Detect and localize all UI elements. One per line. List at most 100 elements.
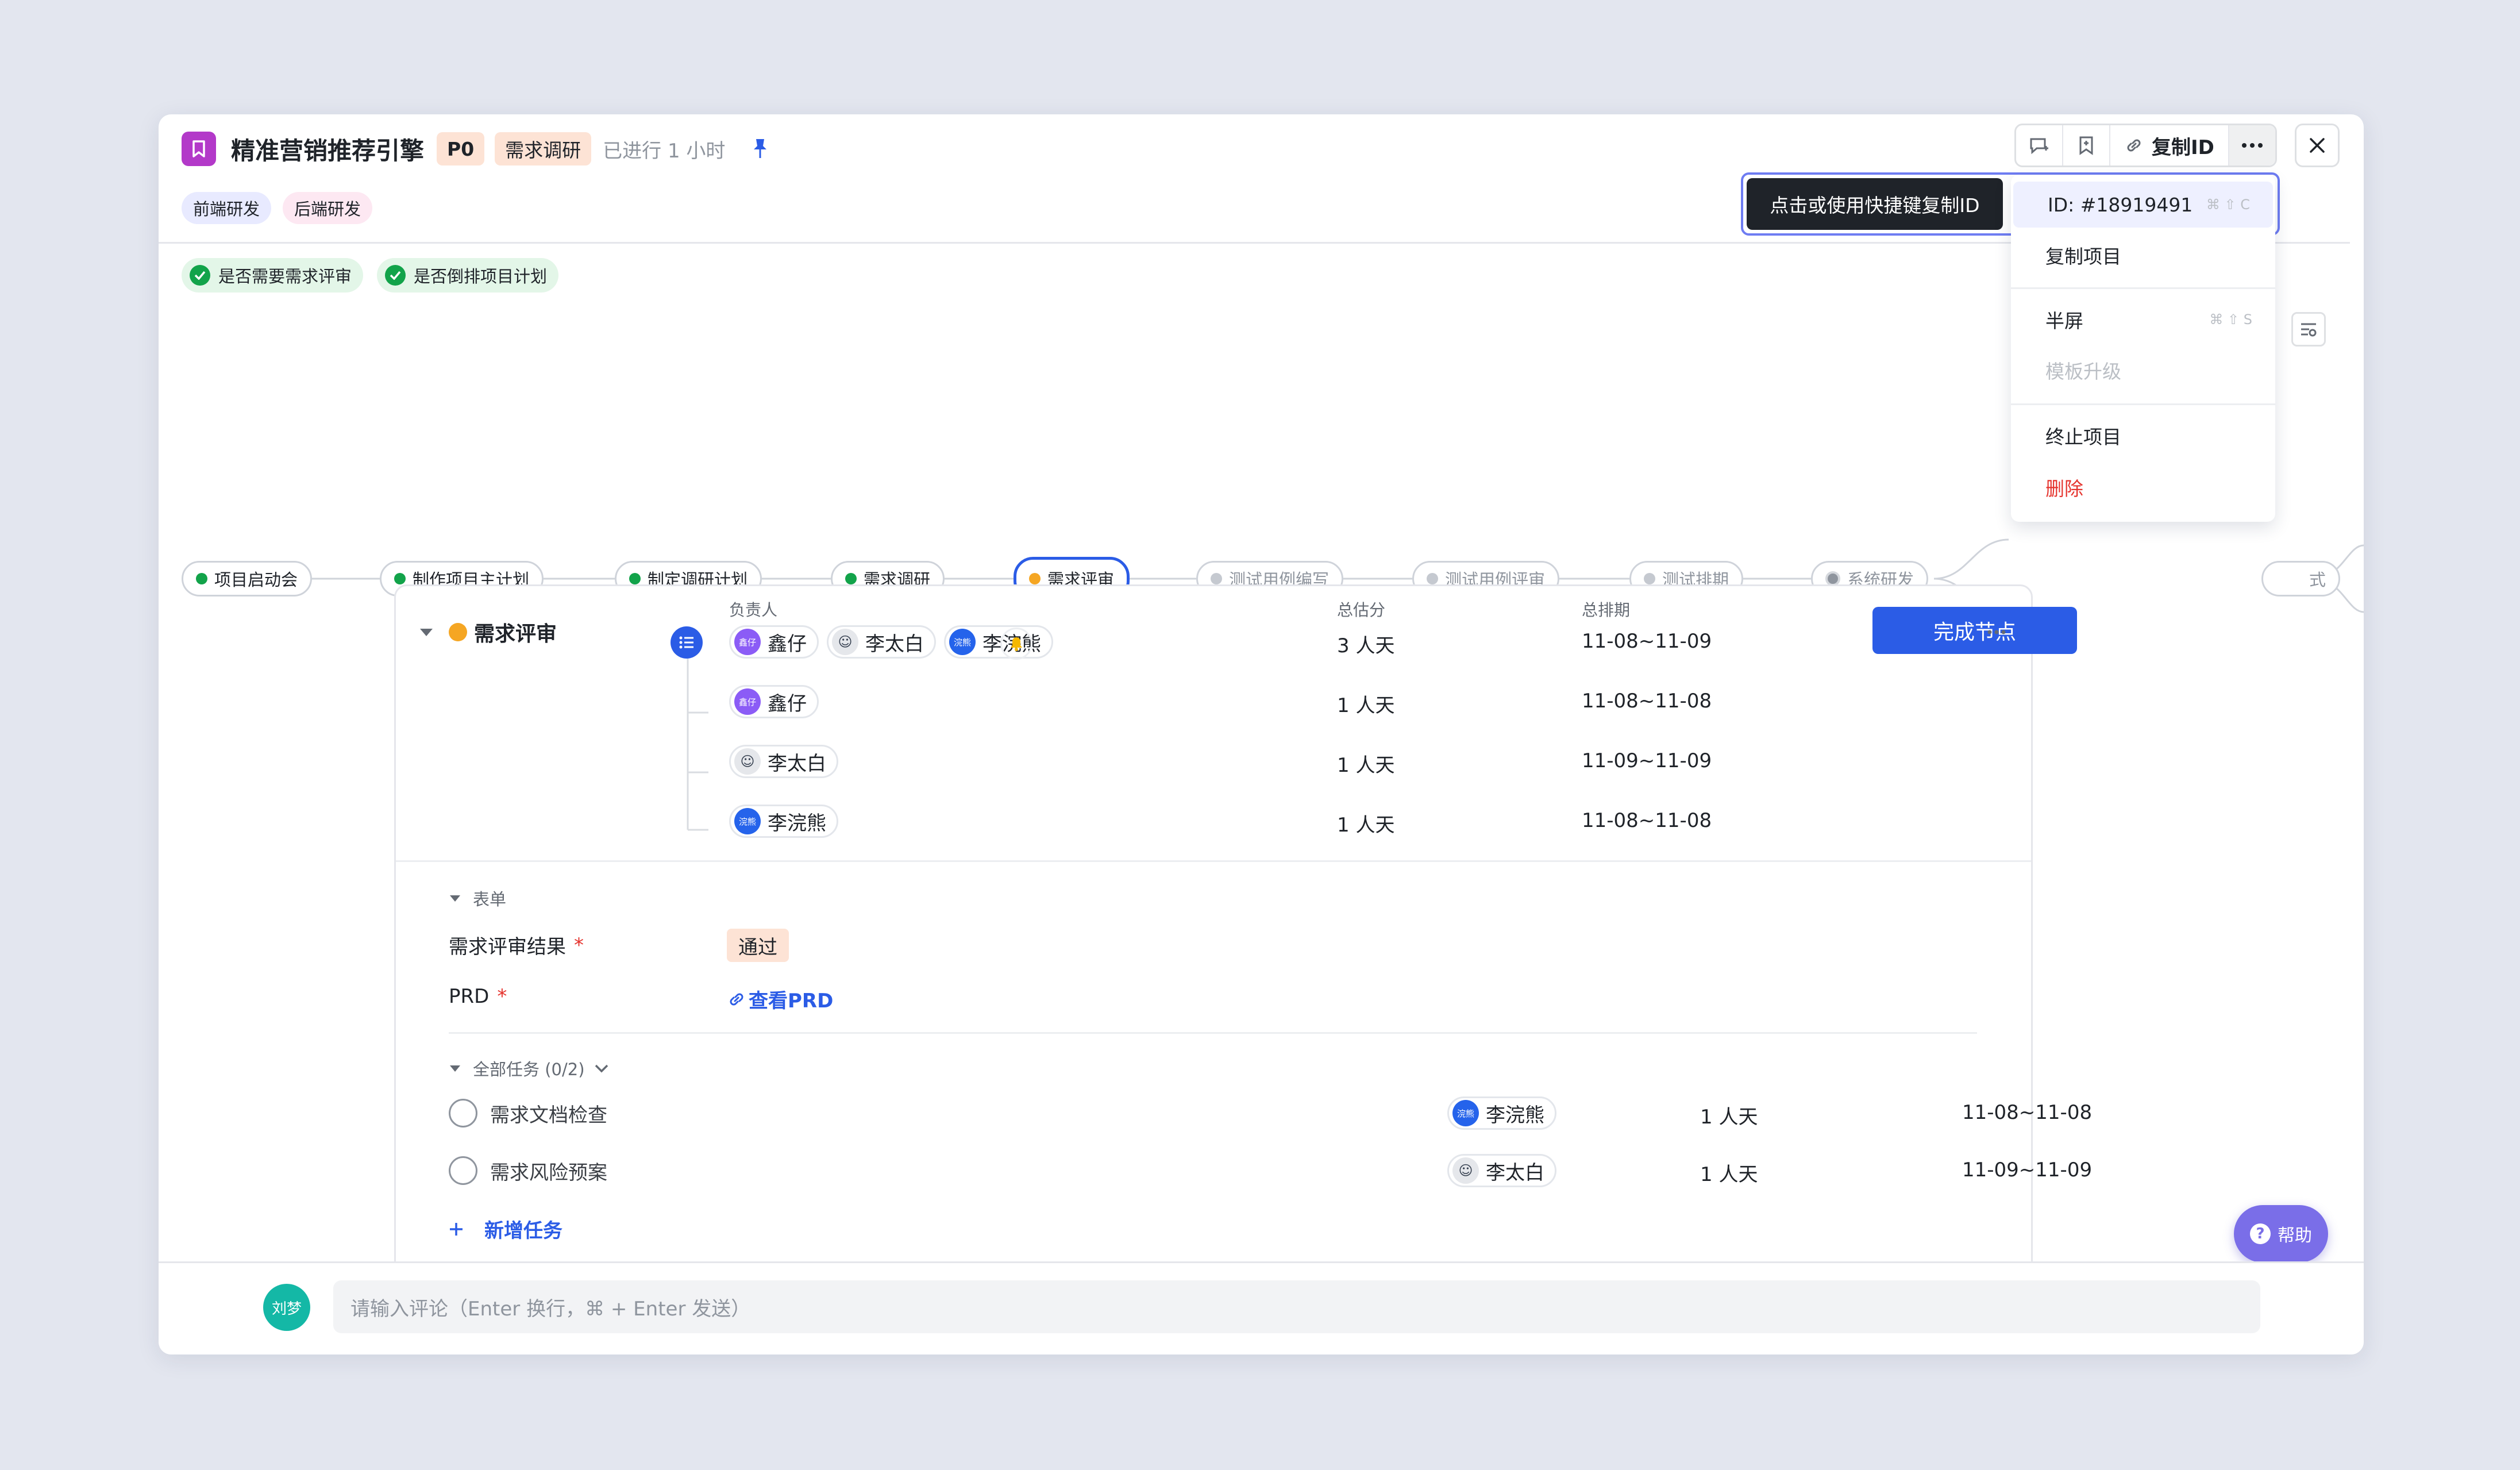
user-name: 李太白 bbox=[768, 752, 826, 775]
elapsed-time: 已进行 1 小时 bbox=[603, 139, 726, 163]
task-name: 需求文档检查 bbox=[490, 1103, 607, 1127]
task-item[interactable]: 需求风险预案 bbox=[449, 1156, 607, 1185]
close-icon bbox=[2310, 138, 2325, 153]
card-more-icon[interactable] bbox=[1979, 621, 2014, 644]
form-section-toggle[interactable]: 表单 bbox=[449, 886, 506, 910]
copy-id-button[interactable]: 复制ID bbox=[2110, 125, 2229, 166]
status-dot bbox=[1211, 573, 1222, 584]
menu-item-delete[interactable]: 删除 bbox=[2011, 464, 2275, 510]
user-chip[interactable]: ☺ 李太白 bbox=[827, 625, 936, 659]
user-name: 李浣熊 bbox=[1486, 1103, 1544, 1127]
subtask-schedule: 11-09~11-09 bbox=[1582, 749, 1712, 772]
tag-frontend[interactable]: 前端研发 bbox=[182, 192, 272, 224]
subtask-owner: 浣熊 李浣熊 bbox=[729, 805, 838, 838]
subtask-list-icon[interactable] bbox=[671, 626, 703, 659]
schedule-header: 总排期 bbox=[1582, 601, 1631, 619]
menu-item-label: 复制项目 bbox=[2045, 245, 2121, 268]
user-chip[interactable]: 鑫仔 鑫仔 bbox=[729, 625, 819, 659]
task-item[interactable]: 需求文档检查 bbox=[449, 1099, 607, 1127]
subtask-tree-lines bbox=[687, 659, 708, 831]
menu-item-label: 终止项目 bbox=[2045, 426, 2121, 448]
more-icon[interactable] bbox=[2229, 125, 2275, 166]
close-button[interactable] bbox=[2295, 124, 2340, 167]
avatar: 浣熊 bbox=[949, 629, 976, 655]
menu-item-copy-project[interactable]: 复制项目 bbox=[2011, 232, 2275, 278]
help-button[interactable]: ? 帮助 bbox=[2234, 1205, 2328, 1263]
subtask-schedule: 11-08~11-08 bbox=[1582, 809, 1712, 832]
priority-badge: P0 bbox=[437, 132, 485, 166]
task-owner-chip[interactable]: 浣熊 李浣熊 bbox=[1447, 1096, 1556, 1130]
check-chip-label: 是否倒排项目计划 bbox=[414, 267, 548, 286]
task-checkbox[interactable] bbox=[449, 1099, 477, 1127]
check-circle-icon bbox=[190, 265, 210, 286]
collapse-caret-icon[interactable] bbox=[419, 626, 434, 638]
user-name: 鑫仔 bbox=[768, 632, 807, 656]
field-label: 需求评审结果 bbox=[449, 936, 566, 959]
comment-input[interactable]: 请输入评论（Enter 换行，⌘ + Enter 发送） bbox=[333, 1280, 2260, 1333]
comment-add-icon[interactable] bbox=[2016, 125, 2063, 166]
menu-divider bbox=[2011, 403, 2275, 405]
flow-node-label: 式 bbox=[2309, 570, 2326, 590]
tasks-section-toggle[interactable]: 全部任务 (0/2) bbox=[449, 1056, 609, 1080]
user-chip[interactable]: 浣熊 李浣熊 bbox=[944, 625, 1053, 659]
view-settings-icon[interactable] bbox=[2291, 312, 2326, 347]
check-list: 是否需要需求评审 是否倒排项目计划 bbox=[182, 258, 559, 293]
field-label: PRD bbox=[449, 985, 490, 1008]
subtask-owner: ☺ 李太白 bbox=[729, 745, 838, 778]
complete-node-button[interactable]: 完成节点 bbox=[1872, 607, 2077, 654]
check-circle-icon bbox=[385, 265, 406, 286]
avatar: 鑫仔 bbox=[734, 629, 761, 655]
menu-item-label: ID: #18919491 bbox=[2048, 193, 2193, 216]
task-owner-chip[interactable]: ☺ 李太白 bbox=[1447, 1154, 1556, 1187]
check-chip-schedule[interactable]: 是否倒排项目计划 bbox=[377, 258, 559, 293]
avatar: ☺ bbox=[1452, 1157, 1479, 1184]
schedule-total: 11-08~11-09 bbox=[1582, 630, 1712, 653]
status-dot bbox=[1427, 573, 1438, 584]
flow-node-partial[interactable]: 式 bbox=[2261, 561, 2341, 597]
prd-link[interactable]: 查看PRD bbox=[727, 985, 833, 1013]
tag-backend[interactable]: 后端研发 bbox=[283, 192, 373, 224]
avatar: ☺ bbox=[832, 629, 858, 655]
flow-node-kickoff[interactable]: 项目启动会 bbox=[182, 561, 313, 597]
task-schedule: 11-08~11-08 bbox=[1962, 1101, 2093, 1124]
user-name: 李太白 bbox=[865, 632, 924, 656]
stage-badge: 需求调研 bbox=[495, 132, 592, 166]
user-chip[interactable]: 浣熊 李浣熊 bbox=[729, 805, 838, 838]
subtask-estimate: 1 人天 bbox=[1337, 814, 1395, 837]
status-dot bbox=[449, 623, 467, 641]
menu-item-copy-id[interactable]: ID: #18919491 ⌘ ⇧ C bbox=[2013, 182, 2273, 228]
remind-bell-icon[interactable] bbox=[1000, 628, 1032, 660]
pin-icon[interactable] bbox=[752, 137, 769, 160]
subtask-owner: 鑫仔 鑫仔 bbox=[729, 685, 819, 718]
form-section-title: 表单 bbox=[473, 890, 507, 909]
user-chip[interactable]: ☺ 李太白 bbox=[729, 745, 838, 778]
menu-item-half-screen[interactable]: 半屏 ⌘ ⇧ S bbox=[2011, 297, 2275, 343]
tooltip-text: 点击或使用快捷键复制ID bbox=[1770, 194, 1980, 217]
review-result-label: 需求评审结果 * bbox=[449, 931, 584, 959]
menu-item-terminate[interactable]: 终止项目 bbox=[2011, 413, 2275, 459]
menu-item-label: 删除 bbox=[2045, 478, 2083, 500]
task-checkbox[interactable] bbox=[449, 1156, 477, 1185]
status-dot bbox=[629, 573, 641, 584]
help-label: 帮助 bbox=[2278, 1226, 2312, 1246]
check-chip-review[interactable]: 是否需要需求评审 bbox=[182, 258, 364, 293]
user-chip[interactable]: 鑫仔 鑫仔 bbox=[729, 685, 819, 718]
add-task-button[interactable]: 新增任务 bbox=[449, 1215, 562, 1243]
check-chip-label: 是否需要需求评审 bbox=[218, 267, 352, 286]
collapse-caret-icon bbox=[450, 895, 460, 902]
estimate-total: 3 人天 bbox=[1337, 634, 1395, 657]
menu-shortcut: ⌘ ⇧ C bbox=[2206, 197, 2250, 213]
avatar-text: 刘梦 bbox=[271, 1300, 302, 1318]
user-name: 李太白 bbox=[1486, 1161, 1544, 1184]
required-mark: * bbox=[497, 985, 507, 1008]
task-estimate: 1 人天 bbox=[1700, 1163, 1758, 1186]
subtask-estimate: 1 人天 bbox=[1337, 754, 1395, 777]
commenter-avatar: 刘梦 bbox=[263, 1284, 310, 1331]
review-result-value[interactable]: 通过 bbox=[727, 929, 789, 962]
status-dot bbox=[196, 573, 207, 584]
menu-item-template-upgrade: 模板升级 bbox=[2011, 347, 2275, 393]
prd-label: PRD * bbox=[449, 985, 507, 1008]
bookmark-add-icon[interactable] bbox=[2063, 125, 2110, 166]
required-mark: * bbox=[574, 933, 584, 957]
task-name: 需求风险预案 bbox=[490, 1161, 607, 1184]
